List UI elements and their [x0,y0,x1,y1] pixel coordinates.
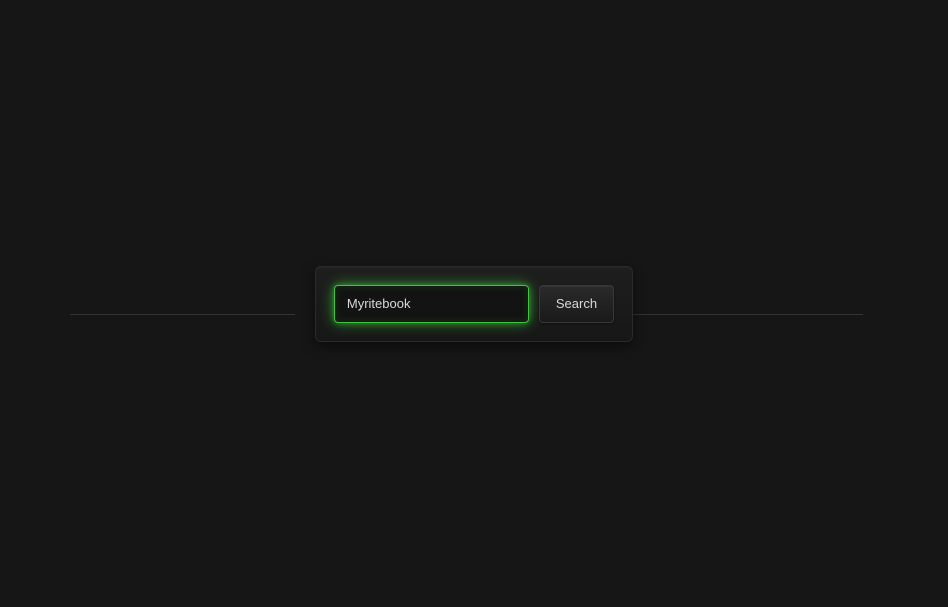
divider-line-left [70,314,295,315]
search-panel: Search [315,266,633,342]
search-input[interactable] [334,285,529,323]
search-button[interactable]: Search [539,285,614,323]
divider-line-right [618,314,863,315]
